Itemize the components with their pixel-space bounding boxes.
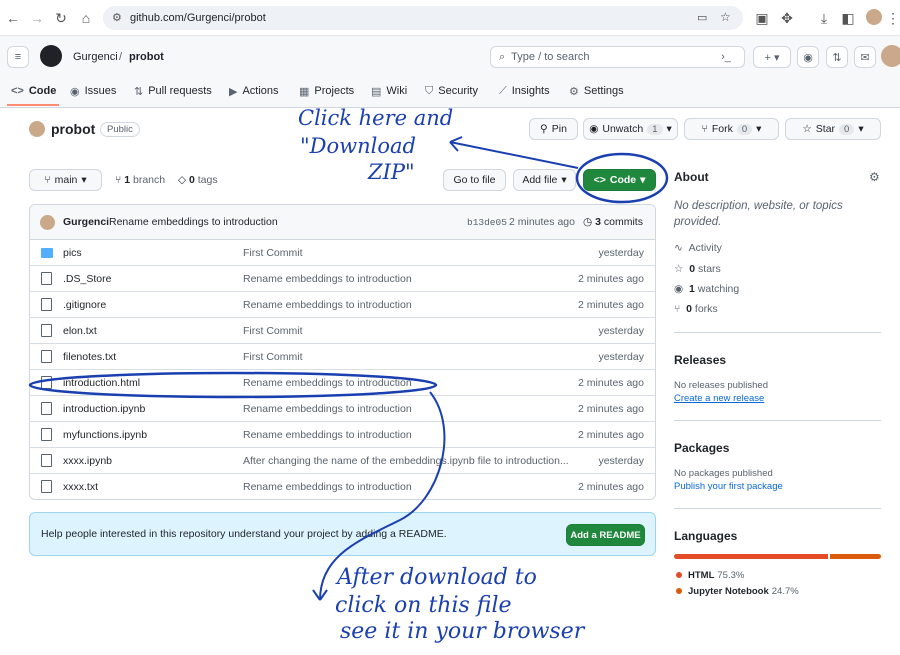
annotation-bottom-line2: click on this file bbox=[335, 593, 512, 618]
annotation-top-line2: "Download bbox=[300, 134, 416, 158]
annotation-bottom-line1: After download to bbox=[337, 565, 537, 590]
file-circle bbox=[28, 371, 438, 399]
code-button-circle bbox=[575, 152, 669, 204]
annotation-top-line1: Click here and bbox=[298, 106, 454, 130]
annotation-layer bbox=[28, 136, 669, 601]
arrow-to-code bbox=[449, 141, 579, 169]
annotation-top-line3: ZIP" bbox=[368, 160, 415, 184]
annotation-bottom-line3: see it in your browser bbox=[340, 619, 585, 644]
